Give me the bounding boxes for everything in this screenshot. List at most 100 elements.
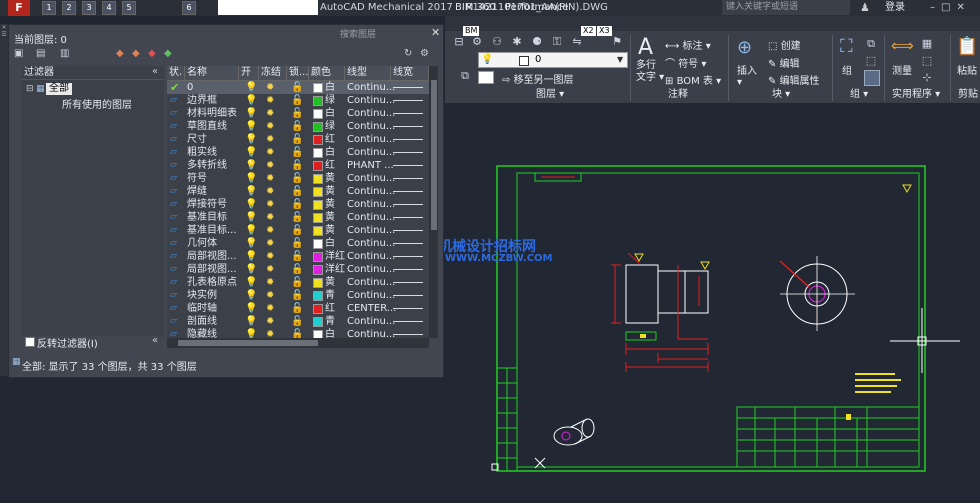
layer-tool-icon[interactable]: ⊟ (452, 36, 466, 48)
layer-linetype[interactable]: Continu... (347, 146, 395, 159)
col-lineweight[interactable]: 线宽 (391, 66, 429, 80)
layer-row[interactable]: ▱ 焊缝 💡 ✹ 🔓 黄 Continu... (167, 185, 429, 198)
layer-color-name[interactable]: 绿 (325, 94, 335, 107)
lineweight-line[interactable] (393, 152, 423, 153)
layer-name[interactable]: 焊接符号 (187, 198, 227, 211)
lineweight-line[interactable] (393, 321, 423, 322)
lineweight-line[interactable] (393, 178, 423, 179)
layer-status-icon[interactable]: ▱ (170, 250, 182, 263)
bulb-icon[interactable]: 💡 (245, 328, 257, 338)
quick-access-5[interactable]: 5 (122, 1, 136, 15)
layer-linetype[interactable]: Continu... (347, 328, 395, 338)
layer-linetype[interactable]: Continu... (347, 315, 395, 328)
layer-status-icon[interactable]: ▱ (170, 159, 182, 172)
layer-status-icon[interactable]: ▱ (170, 315, 182, 328)
layer-linetype[interactable]: Continu... (347, 198, 395, 211)
bulb-icon[interactable]: 💡 (245, 120, 257, 133)
invert-filter-checkbox[interactable] (25, 337, 35, 347)
layer-status-icon[interactable]: ▱ (170, 289, 182, 302)
layer-color-name[interactable]: 白 (325, 107, 335, 120)
unlock-icon[interactable]: 🔓 (291, 211, 303, 224)
bulb-icon[interactable]: 💡 (245, 107, 257, 120)
layer-linetype[interactable]: Continu... (347, 237, 395, 250)
layer-color-name[interactable]: 青 (325, 289, 335, 302)
bulb-icon[interactable]: 💡 (245, 302, 257, 315)
refresh-icon[interactable]: ↻ (404, 48, 412, 59)
layer-name[interactable]: 尺寸 (187, 133, 207, 146)
color-swatch[interactable] (313, 265, 323, 275)
bulb-icon[interactable]: 💡 (245, 211, 257, 224)
sun-icon[interactable]: ✹ (266, 237, 274, 250)
filter-used-layers[interactable]: 所有使用的图层 (62, 96, 132, 111)
bulb-icon[interactable]: 💡 (245, 81, 257, 94)
lineweight-line[interactable] (393, 217, 423, 218)
close-icon[interactable]: ✕ (0, 24, 8, 31)
lineweight-line[interactable] (393, 139, 423, 140)
layer-lock-icon[interactable]: ⚿ (550, 36, 564, 48)
layer-row[interactable]: ▱ 尺寸 💡 ✹ 🔓 红 Continu... (167, 133, 429, 146)
palette-title-strip[interactable]: ✕ ☰ (0, 24, 8, 376)
layer-name[interactable]: 局部视图... (187, 250, 237, 263)
layer-row[interactable]: ▱ 边界框 💡 ✹ 🔓 绿 Continu... (167, 94, 429, 107)
layer-color-name[interactable]: 白 (325, 328, 335, 338)
unlock-icon[interactable]: 🔓 (291, 237, 303, 250)
col-name[interactable]: 名称 (185, 66, 239, 80)
layer-linetype[interactable]: Continu... (347, 263, 395, 276)
drawing-canvas[interactable] (445, 103, 980, 500)
lineweight-line[interactable] (393, 100, 423, 101)
layer-color-name[interactable]: 红 (325, 159, 335, 172)
layer-list[interactable]: 状. 名称 开 冻结 锁... 颜色 线型 线宽 ✔ 0 💡 ✹ 🔓 白 Continu..… (167, 66, 429, 338)
layer-status-icon[interactable]: ▱ (170, 302, 182, 315)
layer-row[interactable]: ▱ 多转折线 💡 ✹ 🔓 红 PHANT ... (167, 159, 429, 172)
color-swatch[interactable] (313, 200, 323, 210)
user-icon[interactable]: ♟ (860, 1, 870, 14)
layer-name[interactable]: 符号 (187, 172, 207, 185)
gear-icon[interactable]: ⚙ (420, 48, 429, 59)
layer-name[interactable]: 粗实线 (187, 146, 217, 159)
layer-status-icon[interactable]: ▱ (170, 185, 182, 198)
application-menu-button[interactable]: F (8, 0, 30, 16)
layer-status-icon[interactable]: ▱ (170, 328, 182, 338)
color-swatch[interactable] (313, 122, 323, 132)
filter-all[interactable]: 全部 (46, 83, 72, 95)
layer-off-icon[interactable]: ⚇ (490, 36, 504, 48)
panel-close-icon[interactable]: ✕ (431, 26, 440, 39)
bulb-icon[interactable]: 💡 (245, 159, 257, 172)
symbol-button[interactable]: ⌒ 符号 ▾ (665, 55, 706, 70)
lineweight-line[interactable] (393, 282, 423, 283)
layer-color-name[interactable]: 白 (325, 81, 335, 94)
layer-linetype[interactable]: Continu... (347, 81, 395, 94)
window-controls[interactable]: –□✕ (930, 0, 971, 16)
col-color[interactable]: 颜色 (309, 66, 345, 80)
sun-icon[interactable]: ✹ (266, 315, 274, 328)
color-swatch[interactable] (313, 278, 323, 288)
group-icon[interactable]: ⛶ (840, 36, 853, 57)
unlock-icon[interactable]: 🔓 (291, 159, 303, 172)
layer-state-icon[interactable]: ⚙ (470, 36, 484, 48)
color-swatch[interactable] (313, 304, 323, 314)
insert-button[interactable]: 插入 ▾ (737, 62, 757, 88)
unlock-icon[interactable]: 🔓 (291, 120, 303, 133)
tab-bim360[interactable]: BIM 360 (455, 1, 496, 14)
horizontal-scroll-thumb[interactable] (178, 340, 318, 346)
layer-color-name[interactable]: 黄 (325, 276, 335, 289)
properties-icon[interactable]: ☰ (0, 31, 8, 38)
layer-color-name[interactable]: 红 (325, 302, 335, 315)
color-swatch[interactable] (313, 330, 323, 338)
layer-prop-icon[interactable]: ⧉ (458, 70, 472, 82)
quick-access-3[interactable]: 3 (82, 1, 96, 15)
sun-icon[interactable]: ✹ (266, 328, 274, 338)
lineweight-line[interactable] (393, 126, 423, 127)
layer-linetype[interactable]: Continu... (347, 289, 395, 302)
color-swatch[interactable] (313, 291, 323, 301)
bulb-icon[interactable]: 💡 (245, 172, 257, 185)
unlock-icon[interactable]: 🔓 (291, 289, 303, 302)
col-status[interactable]: 状. (167, 66, 185, 80)
dimension-button[interactable]: ⟷ 标注 ▾ (665, 37, 711, 52)
layer-color-name[interactable]: 青 (325, 315, 335, 328)
unlock-icon[interactable]: 🔓 (291, 172, 303, 185)
measure-icon[interactable]: ⟺ (891, 36, 914, 55)
bulb-icon[interactable]: 💡 (245, 133, 257, 146)
layer-name[interactable]: 剖面线 (187, 315, 217, 328)
sun-icon[interactable]: ✹ (266, 211, 274, 224)
